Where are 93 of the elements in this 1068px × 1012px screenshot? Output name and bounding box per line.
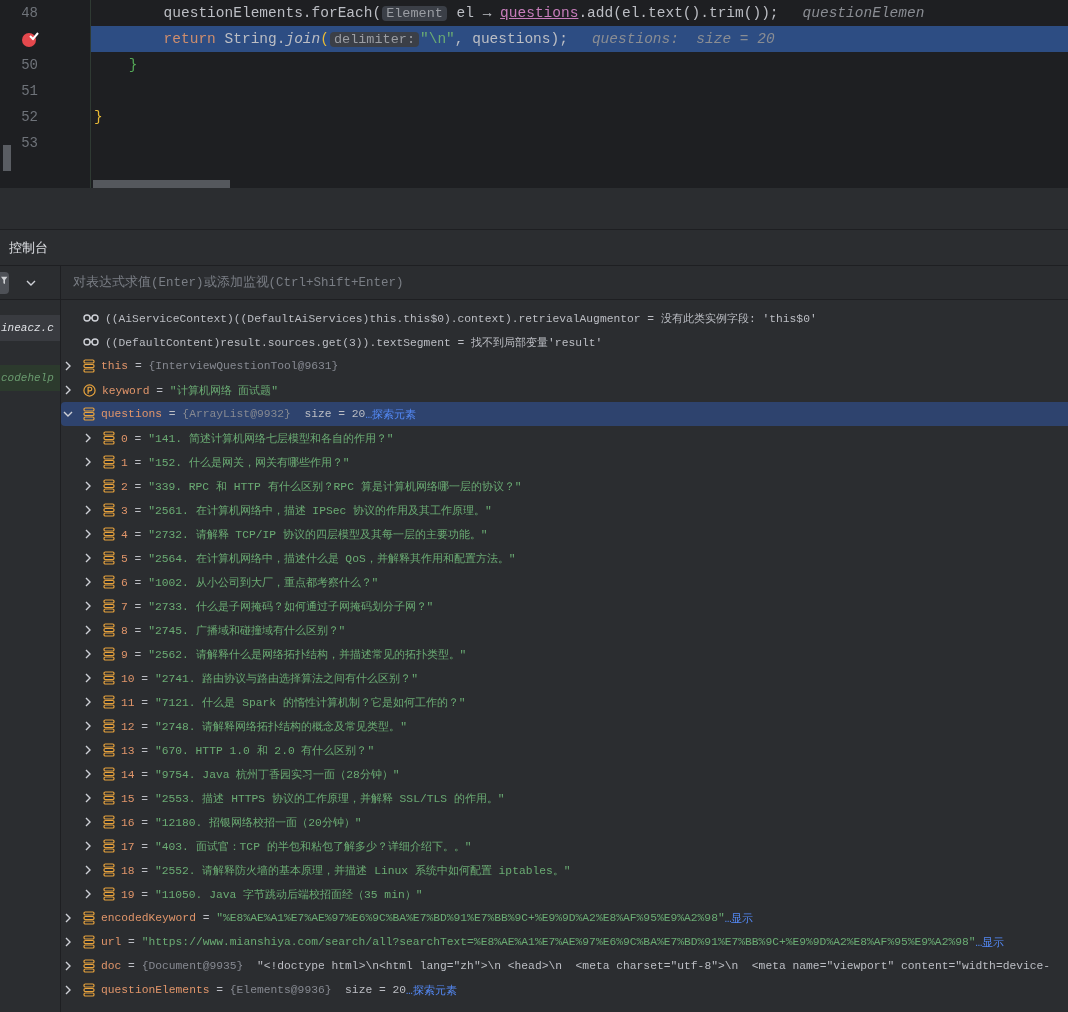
field-icon xyxy=(103,839,115,853)
variable-entry: 17 = "403. 面试官：TCP 的半包和粘包了解多少？详细介绍下。。" xyxy=(121,839,472,854)
code-keyword: return xyxy=(162,31,216,47)
field-icon xyxy=(83,407,95,421)
scrollbar-thumb[interactable] xyxy=(3,145,11,171)
code-paren: ( xyxy=(320,31,329,47)
variable-entry: 19 = "11050. Java 字节跳动后端校招面经（35 min）" xyxy=(121,887,423,902)
field-icon xyxy=(103,551,115,565)
inline-value: questionElemen xyxy=(802,5,925,21)
code-string: "\n" xyxy=(420,31,455,47)
line-number: 53 xyxy=(20,135,38,151)
filter-button[interactable] xyxy=(0,271,9,294)
code-text: , questions); xyxy=(454,31,568,47)
field-icon xyxy=(83,359,95,373)
variable-entry: 16 = "12180. 招银网络校招一面（20分钟）" xyxy=(121,815,362,830)
parameter-icon xyxy=(83,383,96,397)
expand-link[interactable]: …探索元素 xyxy=(406,982,457,998)
watch-expression: ((AiServiceContext)((DefaultAiServices)this.this$0).context).retrievalAugmentor = 没有此类实例字段: 'this$0' xyxy=(105,311,817,326)
watch-expression: ((DefaultContent)result.sources.get(3)).textSegment = 找不到局部变量'result' xyxy=(105,335,603,350)
line-number: 50 xyxy=(20,57,38,73)
variable-entry: 12 = "2748. 请解释网络拓扑结构的概念及常见类型。" xyxy=(121,719,408,734)
field-icon xyxy=(103,671,115,685)
field-icon xyxy=(103,599,115,613)
variable-entry: 5 = "2564. 在计算机网络中，描述什么是 QoS，并解释其作用和配置方法。" xyxy=(121,551,516,566)
field-icon xyxy=(103,719,115,733)
field-icon xyxy=(103,887,115,901)
code-brace: } xyxy=(127,57,138,73)
variable-entry: 6 = "1002. 从小公司到大厂，重点都考察什么？" xyxy=(121,575,379,590)
variable-entry: 11 = "7121. 什么是 Spark 的惰性计算机制？它是如何工作的？" xyxy=(121,695,466,710)
variable-entry: url = "https://www.mianshiya.com/search/all?searchText=%E8%AE%A1%E7%AE%97%E6%9C%BA%E7%BD%91%E7%BB%9C+%E9%9D%A2%E8%AF%95%E9%A2%98" xyxy=(101,936,976,948)
expand-link[interactable]: …探索元素 xyxy=(365,406,417,422)
expression-input[interactable]: 对表达式求值(Enter)或添加监视(Ctrl+Shift+Enter) xyxy=(71,274,675,291)
glasses-icon xyxy=(83,313,99,323)
field-icon xyxy=(103,455,115,469)
code-text: questionElements.forEach( xyxy=(162,5,382,21)
field-icon xyxy=(83,959,95,973)
field-icon xyxy=(103,791,115,805)
code-method: join xyxy=(285,31,321,47)
variable-entry: 4 = "2732. 请解释 TCP/IP 协议的四层模型及其每一层的主要功能。" xyxy=(121,527,488,542)
code-text: el → xyxy=(455,5,493,21)
variable-entry: doc = {Document@9935} "<!doctype html>\n<html lang="zh">\n <head>\n <meta charset="utf-8">\n <meta name="viewport" content="width=device- xyxy=(101,960,1051,972)
variable-entry: 3 = "2561. 在计算机网络中，描述 IPSec 协议的作用及其工作原理。" xyxy=(121,503,492,518)
variable-entry: encodedKeyword = "%E8%AE%A1%E7%AE%97%E6%9C%BA%E7%BD%91%E7%BB%9C+%E9%9D%A2%E8%AF%95%E9%A2%98" xyxy=(101,912,725,924)
variable-entry: 13 = "670. HTTP 1.0 和 2.0 有什么区别？" xyxy=(121,743,375,758)
variable-entry: 7 = "2733. 什么是子网掩码？如何通过子网掩码划分子网？" xyxy=(121,599,434,614)
variable-entry: 2 = "339. RPC 和 HTTP 有什么区别？RPC 算是计算机网络哪一层的协议？" xyxy=(121,479,522,494)
line-number: 52 xyxy=(20,109,38,125)
code-field: questions xyxy=(500,5,579,21)
glasses-icon xyxy=(83,337,99,347)
field-icon xyxy=(103,623,115,637)
code-brace: } xyxy=(94,109,103,125)
parameter-hint: delimiter: xyxy=(329,31,419,47)
stack-frame[interactable]: ineacz.c xyxy=(0,315,60,341)
variable-entry: this = {InterviewQuestionTool@9631} xyxy=(101,360,339,372)
variable-entry: 1 = "152. 什么是网关，网关有哪些作用？" xyxy=(121,455,350,470)
code-text: .add(el.text().trim()); xyxy=(578,5,779,21)
field-icon xyxy=(103,527,115,541)
panel-title[interactable]: 控制台 xyxy=(9,238,48,257)
line-number: 48 xyxy=(20,5,38,21)
code-text: String. xyxy=(223,31,286,47)
expand-link[interactable]: …显示 xyxy=(724,910,754,926)
field-icon xyxy=(103,695,115,709)
field-icon xyxy=(103,767,115,781)
variable-entry: 8 = "2745. 广播域和碰撞域有什么区别？" xyxy=(121,623,346,638)
field-icon xyxy=(103,431,115,445)
field-icon xyxy=(103,743,115,757)
breakpoint-icon[interactable] xyxy=(21,30,39,48)
field-icon xyxy=(103,503,115,517)
expand-link[interactable]: …显示 xyxy=(975,934,1005,950)
field-icon xyxy=(103,647,115,661)
field-icon xyxy=(103,479,115,493)
filter-icon xyxy=(0,274,9,285)
parameter-hint: Element xyxy=(382,5,447,21)
variable-entry: 15 = "2553. 描述 HTTPS 协议的工作原理，并解释 SSL/TLS 的作用。" xyxy=(121,791,505,806)
selected-row[interactable]: questions = {ArrayList@9932} size = 20…探索元素 xyxy=(61,402,1068,426)
variable-entry: 0 = "141. 简述计算机网络七层模型和各自的作用？" xyxy=(121,431,394,446)
scrollbar-thumb[interactable] xyxy=(93,180,230,188)
line-number: 51 xyxy=(20,83,38,99)
variable-entry: 9 = "2562. 请解释什么是网络拓扑结构，并描述常见的拓扑类型。" xyxy=(121,647,467,662)
field-icon xyxy=(83,983,95,997)
field-icon xyxy=(103,575,115,589)
variable-entry: questionElements = {Elements@9936} size = 20 xyxy=(101,984,407,996)
variable-entry: questions = {ArrayList@9932} size = 20 xyxy=(101,408,366,420)
field-icon xyxy=(103,815,115,829)
stack-frame[interactable]: codehelp xyxy=(0,365,60,391)
variable-entry: 14 = "9754. Java 杭州丁香园实习一面（28分钟）" xyxy=(121,767,400,782)
field-icon xyxy=(83,911,95,925)
field-icon xyxy=(103,863,115,877)
inline-value: questions: size = 20 xyxy=(591,31,775,47)
variable-entry: 10 = "2741. 路由协议与路由选择算法之间有什么区别？" xyxy=(121,671,419,686)
field-icon xyxy=(83,935,95,949)
variable-entry: 18 = "2552. 请解释防火墙的基本原理，并描述 Linux 系统中如何配置 iptables。" xyxy=(121,863,571,878)
variable-entry: keyword = "计算机网络 面试题" xyxy=(102,383,279,398)
